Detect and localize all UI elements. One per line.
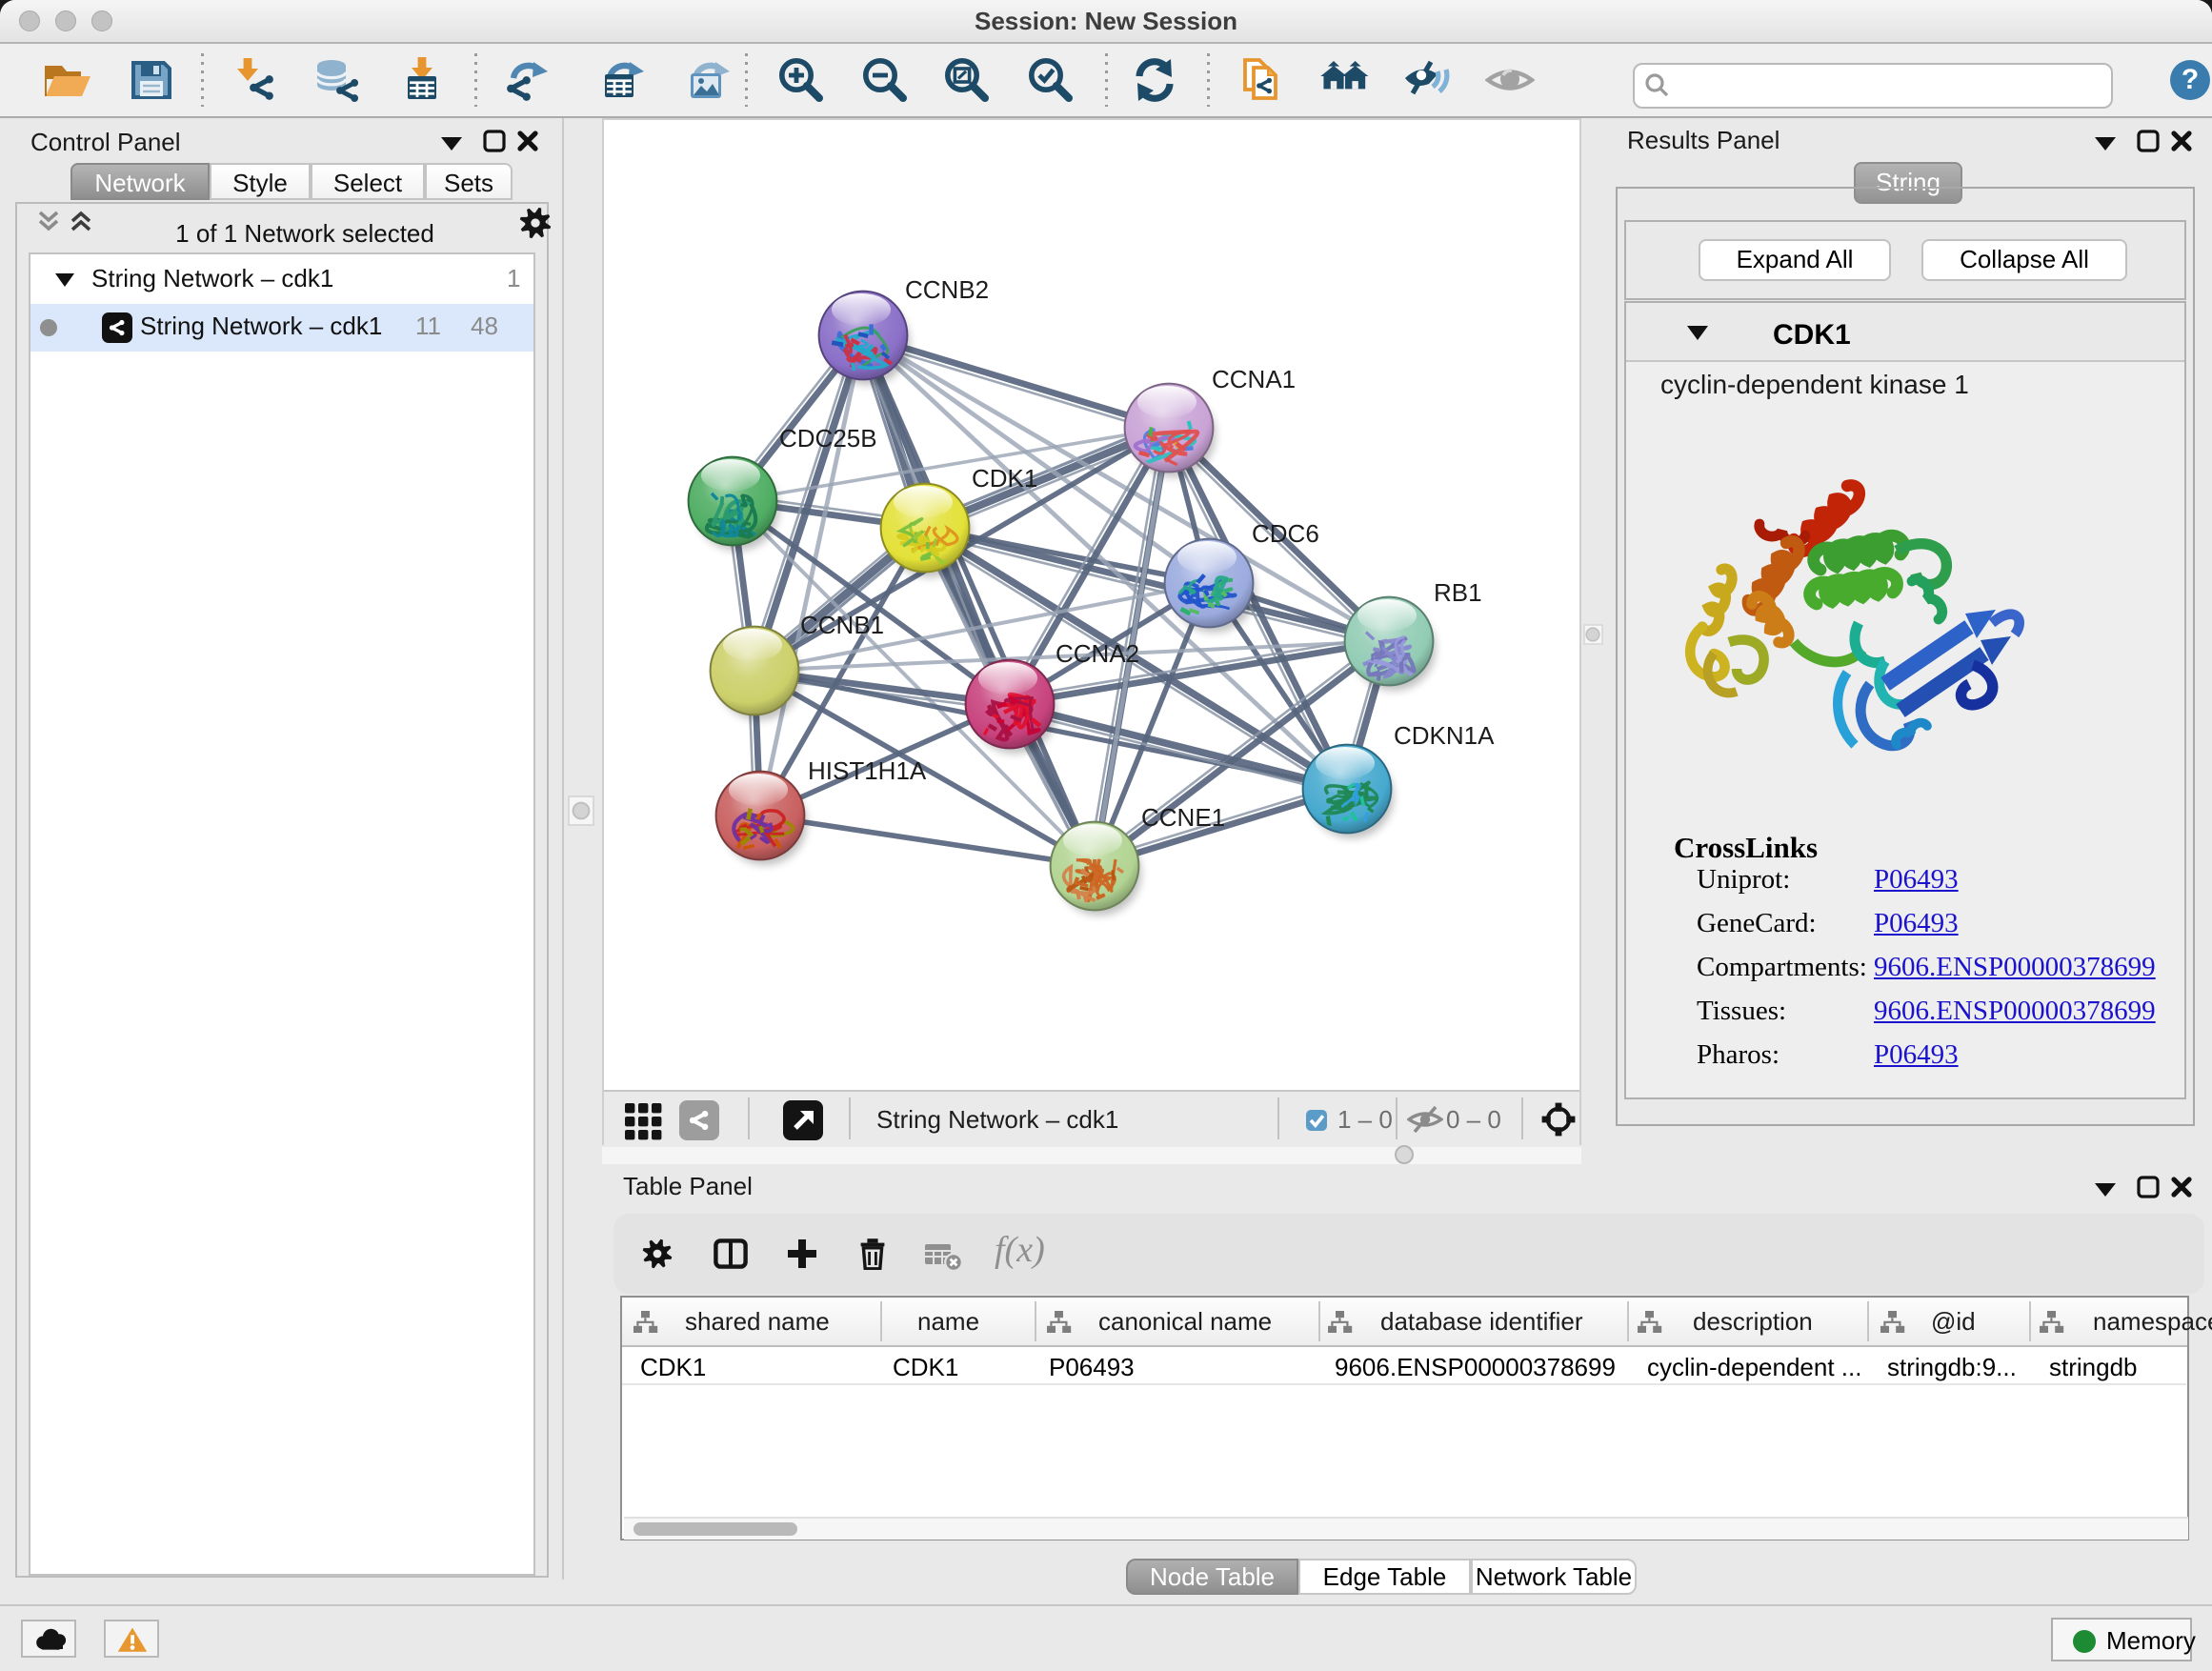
svg-text:CDC6: CDC6 [1252,519,1319,548]
svg-text:CCNE1: CCNE1 [1141,803,1225,832]
svg-text:RB1: RB1 [1434,578,1482,607]
svg-text:CDK1: CDK1 [972,464,1037,493]
svg-text:HIST1H1A: HIST1H1A [808,756,927,785]
svg-text:CCNA2: CCNA2 [1056,639,1139,668]
svg-text:CDC25B: CDC25B [779,424,877,453]
svg-text:CCNA1: CCNA1 [1212,365,1296,393]
svg-text:CCNB1: CCNB1 [800,611,884,639]
svg-text:CDKN1A: CDKN1A [1394,721,1495,750]
svg-text:CCNB2: CCNB2 [905,275,989,304]
